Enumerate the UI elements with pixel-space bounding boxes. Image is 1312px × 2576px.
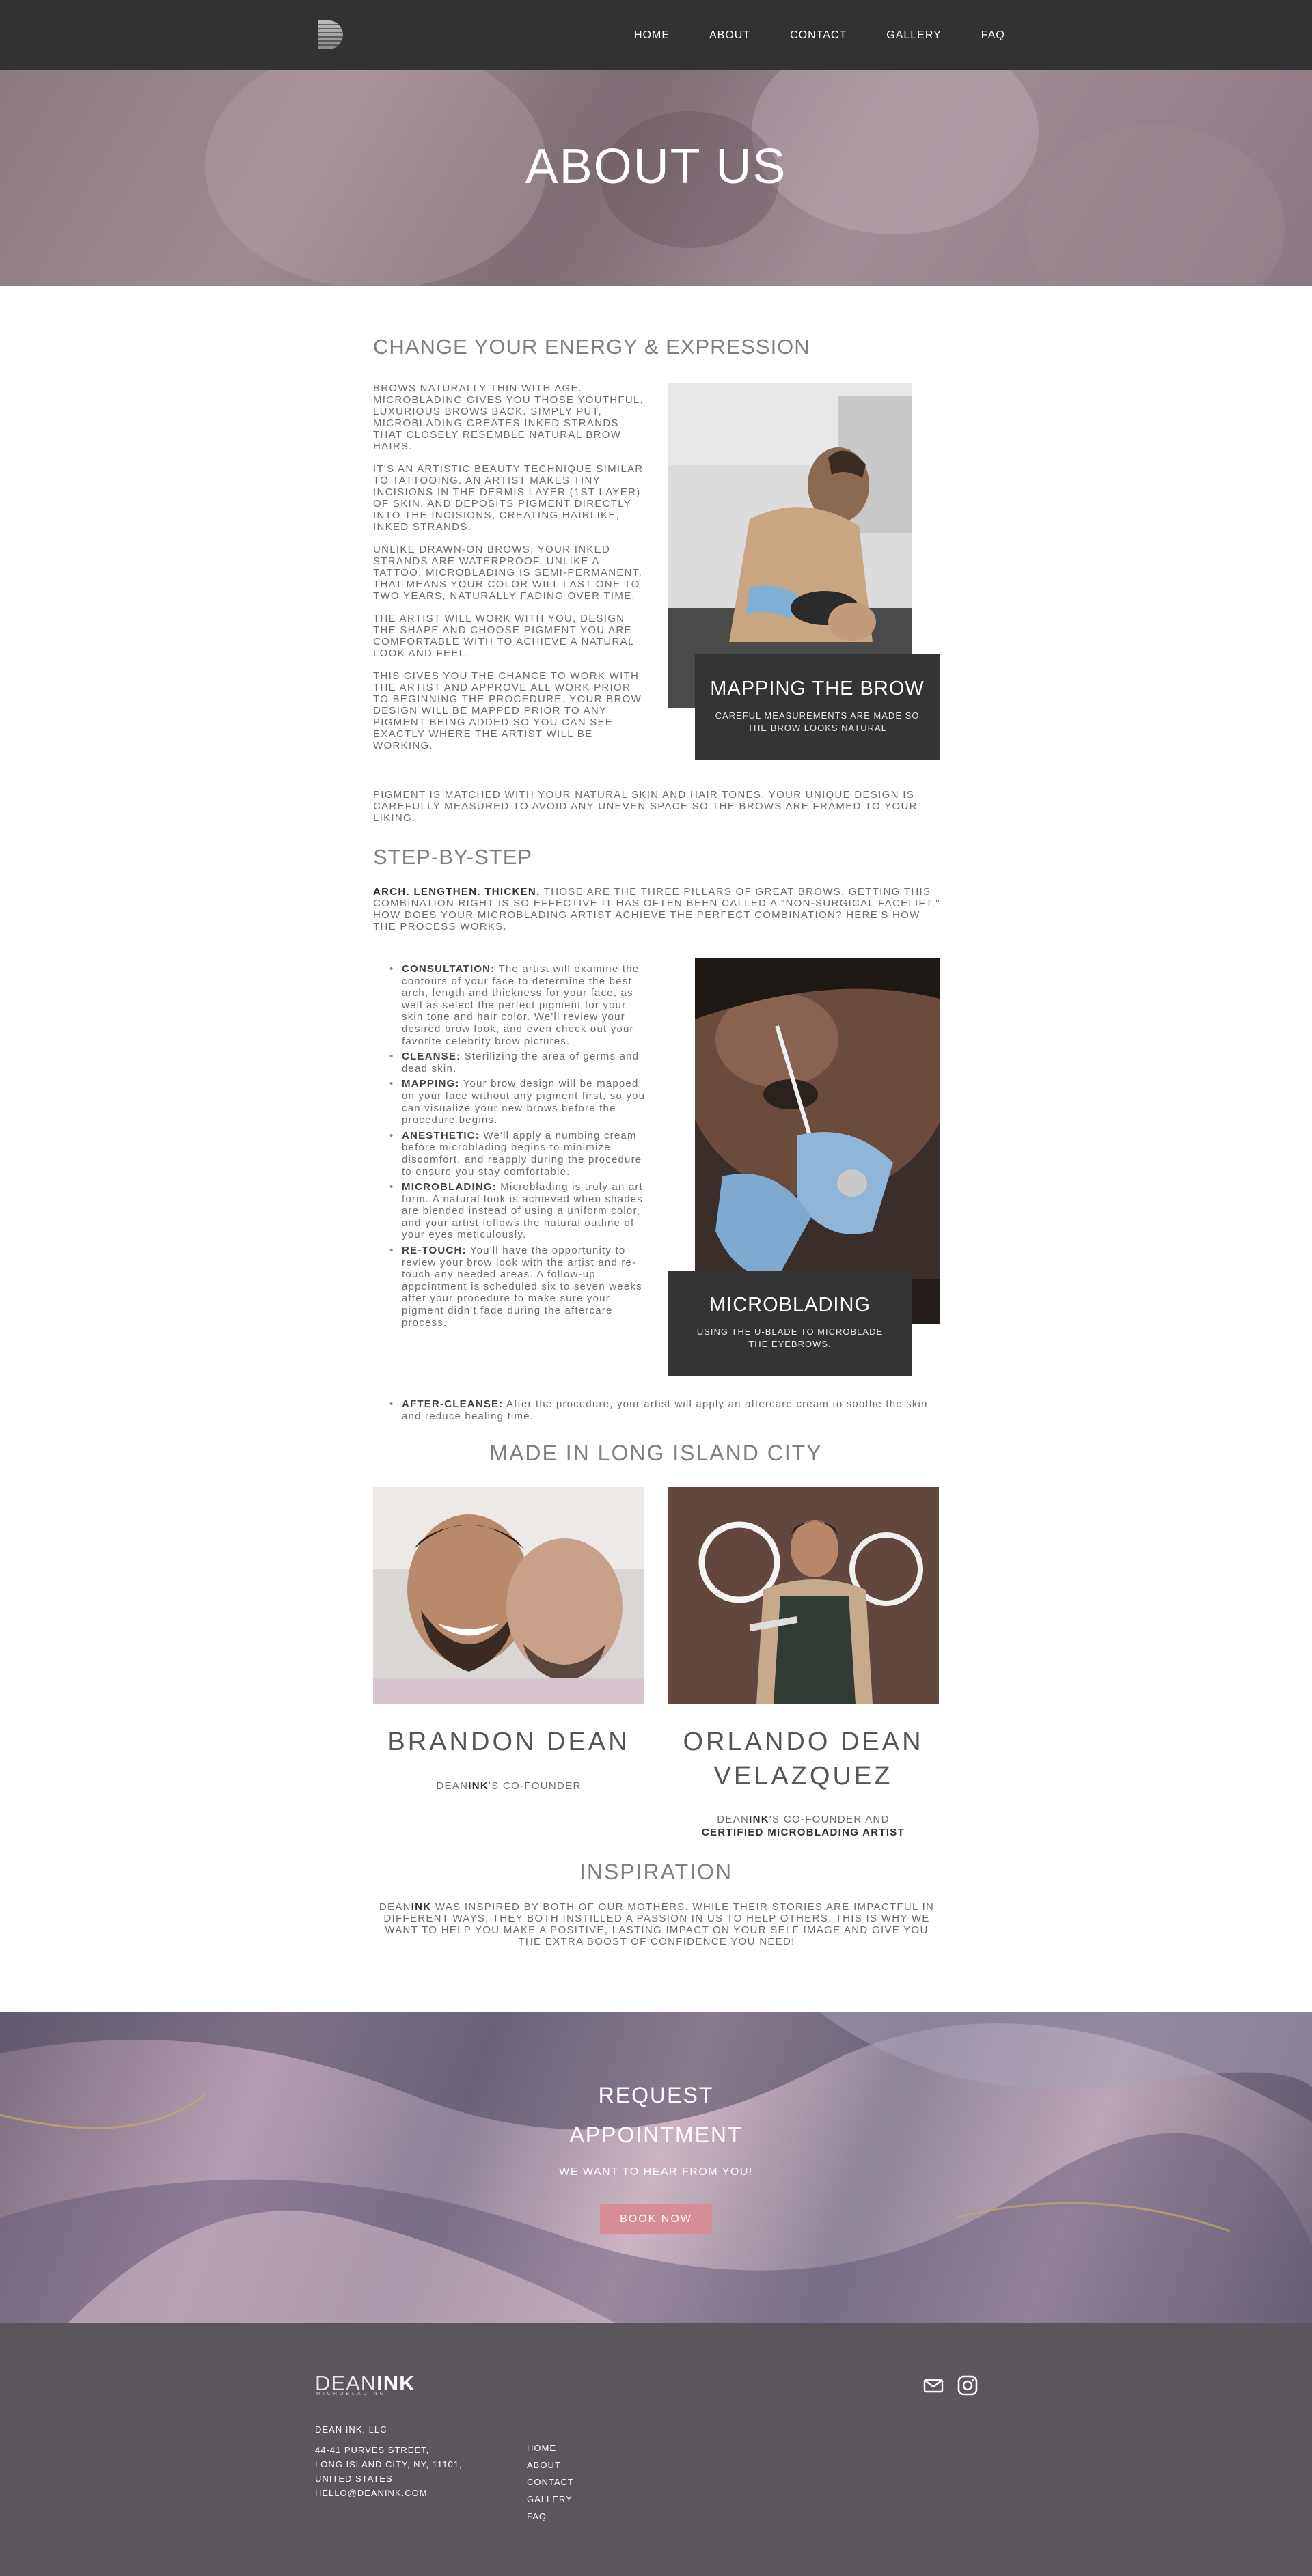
nav-home-link[interactable]: HOME — [634, 29, 670, 42]
main-nav: HOME ABOUT CONTACT GALLERY FAQ — [634, 0, 1005, 70]
list-item: CONSULTATION: The artist will examine th… — [387, 963, 647, 1047]
address-line: UNITED STATES — [315, 2474, 393, 2484]
list-item: MAPPING: Your brow design will be mapped… — [387, 1078, 647, 1126]
caption-title: MAPPING THE BROW — [710, 678, 925, 700]
hero-banner: ABOUT US — [0, 70, 1312, 286]
instagram-icon[interactable] — [956, 2374, 979, 2397]
address-line: 44-41 PURVES STREET, — [315, 2445, 430, 2455]
cta-subtitle: WE WANT TO HEAR FROM YOU! — [559, 2166, 753, 2178]
footer-about-link[interactable]: ABOUT — [527, 2456, 574, 2474]
artist-ringlight-photo — [668, 1487, 939, 1704]
inspiration-text: DEANINK WAS INSPIRED BY BOTH OF OUR MOTH… — [379, 1901, 935, 1948]
paragraph: THE ARTIST WILL WORK WITH YOU, DESIGN TH… — [373, 613, 635, 659]
founder-name-2: ORLANDO DEAN VELAZQUEZ — [683, 1728, 924, 1790]
caption-subtitle: USING THE U-BLADE TO MICROBLADE THE EYEB… — [696, 1327, 884, 1349]
page-title: ABOUT US — [525, 139, 787, 194]
founders-selfie-photo — [373, 1487, 644, 1704]
paragraph: BROWS NATURALLY THIN WITH AGE. MICROBLAD… — [373, 383, 644, 452]
section-heading-energy: CHANGE YOUR ENERGY & EXPRESSION — [373, 335, 810, 359]
list-item: CLEANSE: Sterilizing the area of germs a… — [387, 1051, 647, 1075]
request-appointment-banner: REQUEST APPOINTMENT WE WANT TO HEAR FROM… — [0, 2012, 1312, 2323]
top-navigation-bar: HOME ABOUT CONTACT GALLERY FAQ — [0, 0, 1312, 70]
microblading-closeup-photo — [695, 958, 940, 1324]
section-heading-lic: MADE IN LONG ISLAND CITY — [489, 1441, 823, 1465]
microblading-caption-card: MICROBLADING USING THE U-BLADE TO MICROB… — [668, 1271, 912, 1376]
list-item: ANESTHETIC: We'll apply a numbing cream … — [387, 1130, 647, 1178]
logo-d-icon[interactable] — [316, 19, 348, 51]
footer-home-link[interactable]: HOME — [527, 2439, 574, 2456]
mapping-caption-card: MAPPING THE BROW CAREFUL MEASUREMENTS AR… — [695, 654, 940, 760]
steps-intro: ARCH. LENGTHEN. THICKEN. THOSE ARE THE T… — [373, 886, 940, 932]
paragraph: UNLIKE DRAWN-ON BROWS, YOUR INKED STRAND… — [373, 544, 643, 602]
caption-title: MICROBLADING — [709, 1294, 871, 1316]
list-item: RE-TOUCH: You'll have the opportunity to… — [387, 1245, 647, 1329]
pigment-paragraph: PIGMENT IS MATCHED WITH YOUR NATURAL SKI… — [373, 789, 918, 824]
steps-list: CONSULTATION: The artist will examine th… — [387, 963, 647, 1332]
footer: DEANINK MICROBLADING DEAN INK, LLC 44-41… — [0, 2323, 1312, 2576]
nav-gallery-link[interactable]: GALLERY — [886, 29, 942, 42]
founder-role-1: DEANINK's CO-FOUNDER — [436, 1780, 582, 1792]
nav-contact-link[interactable]: CONTACT — [790, 29, 847, 42]
section-heading-steps: STEP-BY-STEP — [373, 845, 533, 869]
nav-faq-link[interactable]: FAQ — [981, 29, 1005, 42]
footer-address: DEAN INK, LLC 44-41 PURVES STREET, LONG … — [315, 2422, 463, 2500]
email-link[interactable]: HELLO@DEANINK.COM — [315, 2486, 463, 2500]
list-item: MICROBLADING: Microblading is truly an a… — [387, 1181, 647, 1241]
book-now-button[interactable]: BOOK NOW — [600, 2204, 712, 2234]
company-name: DEAN INK, LLC — [315, 2424, 387, 2435]
footer-gallery-link[interactable]: GALLERY — [527, 2491, 574, 2508]
founder-role-2: DEANINK's CO-FOUNDER AND CERTIFIED MICRO… — [701, 1814, 905, 1838]
paragraph: THIS GIVES YOU THE CHANCE TO WORK WITH T… — [373, 670, 642, 751]
cta-title-line2: APPOINTMENT — [569, 2122, 743, 2147]
founder-name-1: BRANDON DEAN — [387, 1728, 630, 1756]
cta-title-line1: REQUEST — [598, 2083, 714, 2107]
nav-about-link[interactable]: ABOUT — [709, 29, 750, 42]
caption-subtitle: CAREFUL MEASUREMENTS ARE MADE SO THE BRO… — [715, 710, 920, 733]
address-line: LONG ISLAND CITY, NY, 11101, — [315, 2459, 463, 2469]
list-item: AFTER-CLEANSE: After the procedure, your… — [387, 1398, 941, 1422]
paragraph: IT'S AN ARTISTIC BEAUTY TECHNIQUE SIMILA… — [373, 463, 644, 533]
intro-text-block: BROWS NATURALLY THIN WITH AGE. MICROBLAD… — [373, 383, 646, 762]
footer-faq-link[interactable]: FAQ — [527, 2508, 574, 2525]
footer-contact-link[interactable]: CONTACT — [527, 2474, 574, 2491]
section-heading-inspiration: INSPIRATION — [579, 1859, 733, 1884]
steps-list-last: AFTER-CLEANSE: After the procedure, your… — [387, 1398, 941, 1426]
footer-logo-tagline: MICROBLADING — [316, 2392, 387, 2396]
footer-nav: HOME ABOUT CONTACT GALLERY FAQ — [527, 2439, 574, 2525]
mail-icon[interactable] — [922, 2374, 945, 2397]
